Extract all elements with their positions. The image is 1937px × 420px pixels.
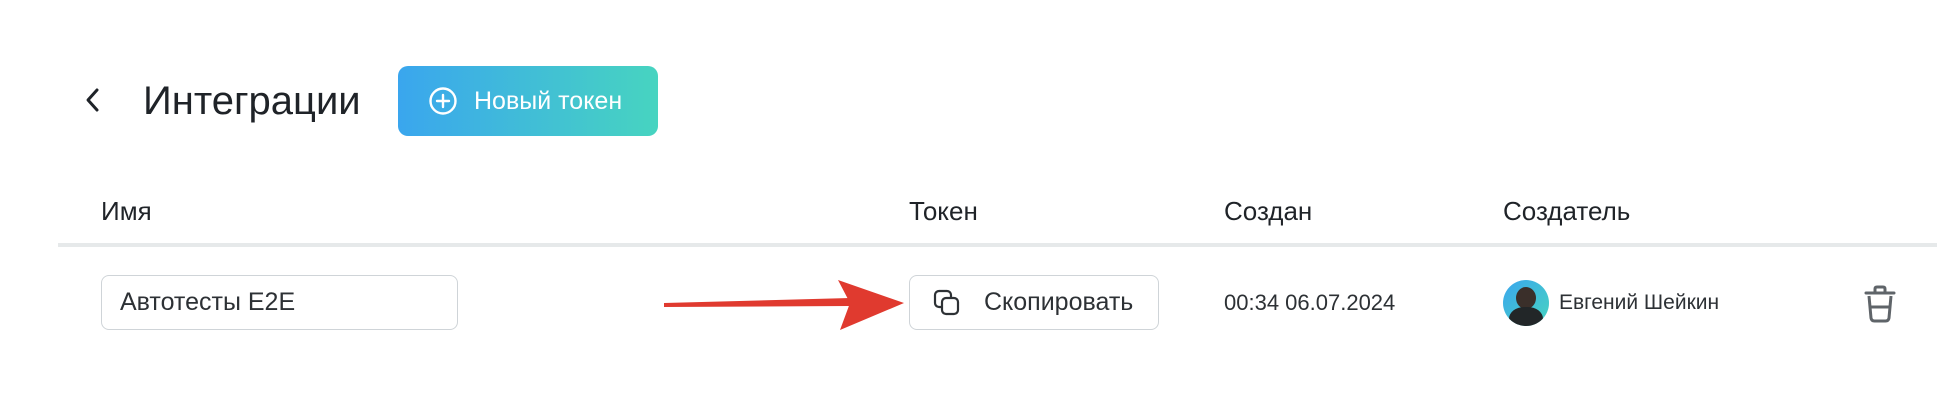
header-divider: [58, 243, 1937, 247]
avatar: [1503, 280, 1549, 326]
back-button[interactable]: [78, 85, 108, 115]
created-timestamp: 00:34 06.07.2024: [1224, 290, 1396, 315]
copy-token-button[interactable]: Скопировать: [909, 275, 1159, 330]
annotation-arrow: [664, 280, 904, 330]
column-header-name: Имя: [101, 196, 152, 226]
page-title: Интеграции: [143, 79, 361, 123]
copy-token-label: Скопировать: [984, 288, 1134, 316]
column-header-creator: Создатель: [1503, 196, 1631, 226]
trash-icon: [1864, 285, 1896, 323]
new-token-button[interactable]: Новый токен: [398, 66, 658, 136]
column-header-token: Токен: [909, 196, 978, 226]
column-header-created: Создан: [1224, 196, 1313, 226]
delete-button[interactable]: [1862, 284, 1898, 324]
new-token-label: Новый токен: [474, 86, 623, 115]
creator-name: Евгений Шейкин: [1559, 291, 1720, 314]
integrations-page: Интеграции Новый токен Имя Токен Создан …: [0, 0, 1937, 420]
token-name-field[interactable]: Автотесты E2E: [101, 275, 458, 330]
plus-circle-icon: [428, 86, 458, 116]
creator-cell: Евгений Шейкин: [1503, 280, 1719, 326]
copy-icon: [932, 288, 962, 318]
chevron-left-icon: [86, 88, 99, 112]
